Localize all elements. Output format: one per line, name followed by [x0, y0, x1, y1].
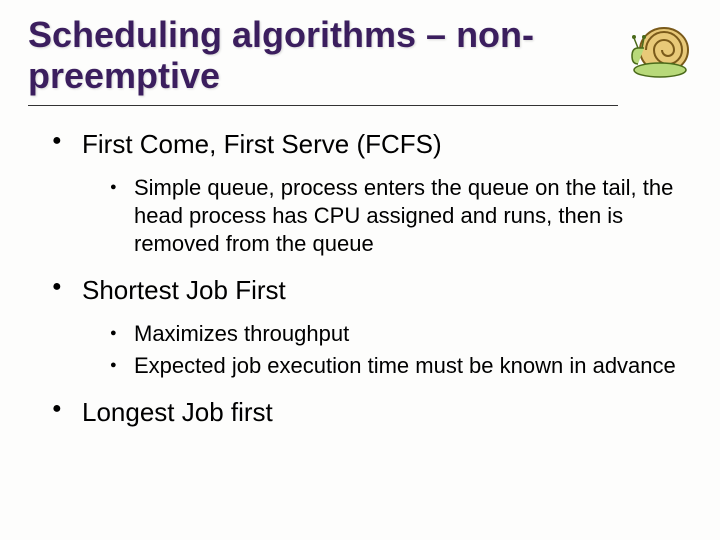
- bullet-fcfs: First Come, First Serve (FCFS) Simple qu…: [52, 128, 680, 258]
- slide-body: First Come, First Serve (FCFS) Simple qu…: [0, 106, 720, 430]
- bullet-label: Longest Job first: [82, 396, 680, 430]
- sub-bullet: Maximizes throughput: [110, 320, 680, 348]
- bullet-sjf: Shortest Job First Maximizes throughput …: [52, 274, 680, 380]
- bullet-label: Shortest Job First: [82, 274, 680, 308]
- sub-bullet: Simple queue, process enters the queue o…: [110, 174, 680, 258]
- bullet-label: First Come, First Serve (FCFS): [82, 128, 680, 162]
- slide-title: Scheduling algorithms – non-preemptive: [0, 0, 600, 105]
- snail-icon: [624, 14, 696, 86]
- bullet-ljf: Longest Job first: [52, 396, 680, 430]
- sub-bullet: Expected job execution time must be know…: [110, 352, 680, 380]
